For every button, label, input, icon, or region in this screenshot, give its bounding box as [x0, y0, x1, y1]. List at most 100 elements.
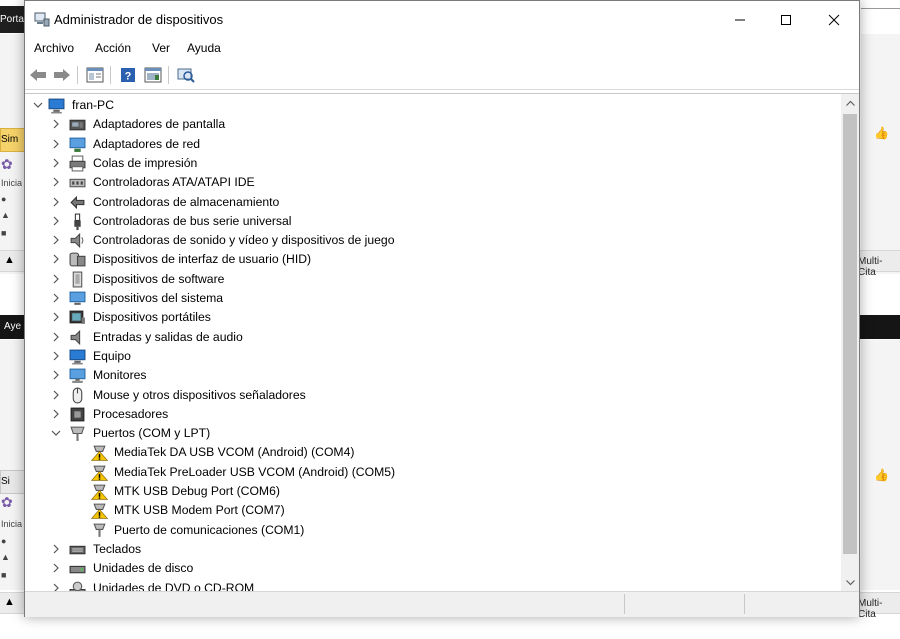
tree-category[interactable]: Controladoras ATA/ATAPI IDE — [25, 173, 841, 192]
tree-category[interactable]: Unidades de disco — [25, 559, 841, 578]
help-button[interactable]: ? — [117, 64, 139, 86]
properties-button[interactable] — [84, 64, 106, 86]
chevron-right-icon — [53, 235, 59, 245]
tree-item-label: Equipo — [93, 348, 131, 363]
tree-category[interactable]: Dispositivos del sistema — [25, 289, 841, 308]
expand-toggle-collapsed[interactable] — [50, 196, 62, 208]
tree-category[interactable]: Adaptadores de red — [25, 135, 841, 154]
expand-toggle-collapsed[interactable] — [50, 389, 62, 401]
toolbar-separator-3 — [168, 66, 169, 84]
expand-toggle-collapsed[interactable] — [50, 562, 62, 574]
expand-toggle-collapsed[interactable] — [50, 543, 62, 555]
chevron-right-icon — [53, 563, 59, 573]
bg-search-box[interactable] — [861, 8, 900, 35]
bg-iniciar-text: Inicia — [1, 178, 23, 188]
bg-tab-label: Porta — [0, 14, 24, 25]
expand-toggle-expanded[interactable] — [50, 427, 62, 439]
expand-toggle-collapsed[interactable] — [50, 292, 62, 304]
bg-warning-icon-2[interactable]: ▲ — [4, 596, 15, 608]
expand-toggle-collapsed[interactable] — [50, 138, 62, 150]
expand-toggle-expanded[interactable] — [32, 99, 44, 111]
tree-category[interactable]: Dispositivos de software — [25, 270, 841, 289]
bg-comment-icon-2: ● — [1, 536, 7, 546]
bg-tab-sim-label: Sim — [1, 134, 19, 145]
tree-category[interactable]: Procesadores — [25, 405, 841, 424]
tree-category[interactable]: Dispositivos portátiles — [25, 308, 841, 327]
expand-toggle-collapsed[interactable] — [50, 215, 62, 227]
expand-toggle-collapsed[interactable] — [50, 157, 62, 169]
bg-tab-si[interactable]: Si — [0, 470, 26, 494]
tree-category[interactable]: Controladoras de almacenamiento — [25, 193, 841, 212]
chevron-right-icon — [53, 390, 59, 399]
expand-toggle-collapsed[interactable] — [50, 582, 62, 591]
device-tree-pane: fran-PC Adaptadores de pantalla Adaptadore… — [25, 93, 859, 591]
tree-category[interactable]: Equipo — [25, 347, 841, 366]
bg-multi-cita-2[interactable]: Multi-Cita — [858, 598, 900, 620]
tree-port-item[interactable]: MediaTek DA USB VCOM (Android) (COM4) — [25, 443, 841, 462]
update-driver-button[interactable] — [142, 64, 164, 86]
tree-root[interactable]: fran-PC — [25, 96, 841, 115]
bg-tab-sim[interactable]: Sim — [0, 128, 26, 152]
maximize-button[interactable] — [763, 1, 809, 39]
scan-hardware-button[interactable] — [175, 64, 197, 86]
tree-category[interactable]: Controladoras de bus serie universal — [25, 212, 841, 231]
expand-toggle-collapsed[interactable] — [50, 176, 62, 188]
minimize-button[interactable] — [717, 1, 763, 39]
bg-warning-icon[interactable]: ▲ — [4, 254, 15, 266]
chevron-right-icon — [53, 583, 59, 591]
status-bar — [25, 591, 859, 617]
tree-category[interactable]: Dispositivos de interfaz de usuario (HID… — [25, 250, 841, 269]
tree-category[interactable]: Colas de impresión — [25, 154, 841, 173]
chevron-down-icon — [51, 430, 61, 436]
tree-category[interactable]: Monitores — [25, 366, 841, 385]
warning-port-icon — [91, 445, 108, 462]
bg-multi-cita[interactable]: Multi-Cita — [858, 256, 900, 278]
tree-item-label: Dispositivos del sistema — [93, 291, 224, 305]
expand-toggle-collapsed[interactable] — [50, 234, 62, 246]
menu-archivo[interactable]: Archivo — [34, 41, 74, 55]
menu-ver[interactable]: Ver — [152, 41, 170, 55]
tree-item-label: Monitores — [93, 368, 147, 383]
bg-thumbs-up-icon[interactable]: 👍 — [874, 126, 889, 140]
expand-toggle-collapsed[interactable] — [50, 311, 62, 323]
expand-toggle-collapsed[interactable] — [50, 369, 62, 381]
tree-category[interactable]: Mouse y otros dispositivos señaladores — [25, 386, 841, 405]
expand-toggle-collapsed[interactable] — [50, 408, 62, 420]
expand-toggle-collapsed[interactable] — [50, 350, 62, 362]
tree-category[interactable]: Adaptadores de pantalla — [25, 115, 841, 134]
expand-toggle-collapsed[interactable] — [50, 118, 62, 130]
forward-button[interactable] — [51, 64, 73, 86]
scroll-up-button[interactable] — [841, 94, 859, 111]
tree-category[interactable]: Teclados — [25, 540, 841, 559]
chevron-right-icon — [53, 274, 59, 284]
tree-item-label: MediaTek PreLoader USB VCOM (Android) (C… — [114, 464, 396, 479]
tree-category[interactable]: Entradas y salidas de audio — [25, 328, 841, 347]
tree-port-item[interactable]: MTK USB Modem Port (COM7) — [25, 501, 841, 520]
menu-ayuda[interactable]: Ayuda — [187, 41, 221, 55]
tree-port-item[interactable]: MTK USB Debug Port (COM6) — [25, 482, 841, 501]
tree-item-label: Controladoras de sonido y vídeo y dispos… — [93, 233, 395, 248]
tree-category[interactable]: Controladoras de sonido y vídeo y dispos… — [25, 231, 841, 250]
back-button[interactable] — [27, 64, 49, 86]
tree-port-item[interactable]: Puerto de comunicaciones (COM1) — [25, 521, 841, 540]
expand-toggle-collapsed[interactable] — [50, 331, 62, 343]
device-tree: fran-PC Adaptadores de pantalla Adaptadore… — [25, 94, 841, 591]
expand-toggle-collapsed[interactable] — [50, 253, 62, 265]
bg-tab-portal[interactable]: Porta — [0, 6, 24, 33]
speaker-icon — [70, 232, 84, 249]
expand-toggle-collapsed[interactable] — [50, 273, 62, 285]
scroll-down-button[interactable] — [841, 574, 859, 591]
title-bar[interactable]: Administrador de dispositivos — [25, 1, 859, 39]
bg-tab-si-label: Si — [1, 476, 10, 487]
tree-category[interactable]: Unidades de DVD o CD-ROM — [25, 579, 841, 591]
close-button[interactable] — [811, 1, 857, 39]
menu-accion[interactable]: Acción — [95, 41, 131, 55]
scrollbar-thumb[interactable] — [843, 114, 857, 554]
close-icon — [828, 14, 840, 26]
vertical-scrollbar[interactable] — [841, 94, 859, 591]
tree-category[interactable]: Puertos (COM y LPT) — [25, 424, 841, 443]
bg-thumbs-up-icon-2[interactable]: 👍 — [874, 468, 889, 482]
tree-item-label: Dispositivos portátiles — [93, 310, 211, 325]
tree-port-item[interactable]: MediaTek PreLoader USB VCOM (Android) (C… — [25, 463, 841, 482]
chevron-right-icon — [53, 370, 59, 380]
